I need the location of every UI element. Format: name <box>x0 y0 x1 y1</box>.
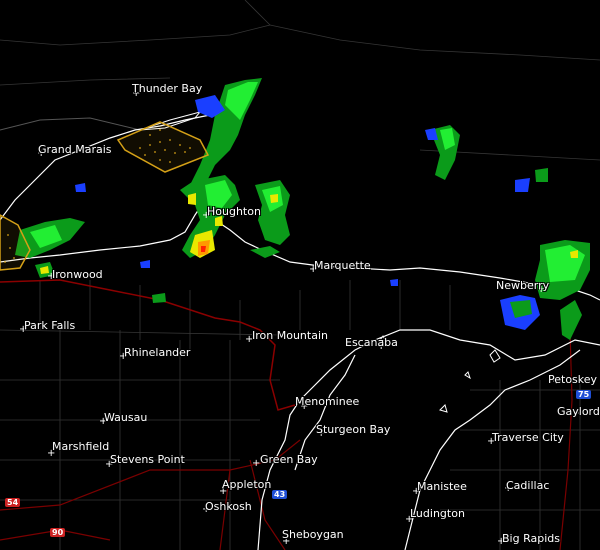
state-border <box>0 279 296 411</box>
city-label-manistee: Manistee <box>417 480 467 493</box>
city-label-menominee: Menominee <box>295 395 360 408</box>
highway-shield-us54: 54 <box>5 498 21 507</box>
highway-shield-i90: 90 <box>50 528 66 537</box>
city-label-ironwood: Ironwood <box>52 268 103 281</box>
city-label-marquette: Marquette <box>314 259 371 272</box>
city-label-wausau: Wausau <box>104 411 148 424</box>
city-label-traverse-city: Traverse City <box>492 431 564 444</box>
city-label-sturgeon-bay: Sturgeon Bay <box>316 423 391 436</box>
international-border <box>0 117 141 131</box>
city-label-newberry: Newberry <box>496 279 550 292</box>
city-label-rhinelander: Rhinelander <box>124 346 191 359</box>
city-label-iron-mountain: Iron Mountain <box>252 329 328 342</box>
city-label-big-rapids: Big Rapids <box>502 532 560 545</box>
city-label-grand-marais: Grand Marais <box>38 143 112 156</box>
city-label-houghton: Houghton <box>207 205 261 218</box>
city-label-cadillac: Cadillac <box>506 479 550 492</box>
warning-polygon-grand-marais <box>116 121 210 173</box>
city-label-appleton: Appleton <box>222 478 272 491</box>
lake-superior-north-shore <box>0 113 216 221</box>
city-label-green-bay: Green Bay <box>260 453 318 466</box>
beaver-island <box>489 349 501 363</box>
highway-shield-i75: 75 <box>576 390 592 399</box>
city-label-stevens-point: Stevens Point <box>110 453 185 466</box>
city-label-escanaba: Escanaba <box>345 336 398 349</box>
city-label-gaylord: Gaylord <box>557 405 600 418</box>
radar-map[interactable]: + + + + + + + + + + + + + + + + + + + + + + + + + + Thunder Bay Gr… <box>0 0 600 550</box>
city-label-park-falls: Park Falls <box>24 319 76 332</box>
city-label-marshfield: Marshfield <box>52 440 110 453</box>
city-label-petoskey: Petoskey <box>548 373 598 386</box>
city-label-oshkosh: Oshkosh <box>205 500 252 513</box>
city-label-thunder-bay: Thunder Bay <box>132 82 203 95</box>
highway-shield-i43: 43 <box>272 490 288 499</box>
radar-echoes <box>15 78 590 340</box>
city-label-ludington: Ludington <box>410 507 465 520</box>
city-label-sheboygan: Sheboygan <box>282 528 344 541</box>
